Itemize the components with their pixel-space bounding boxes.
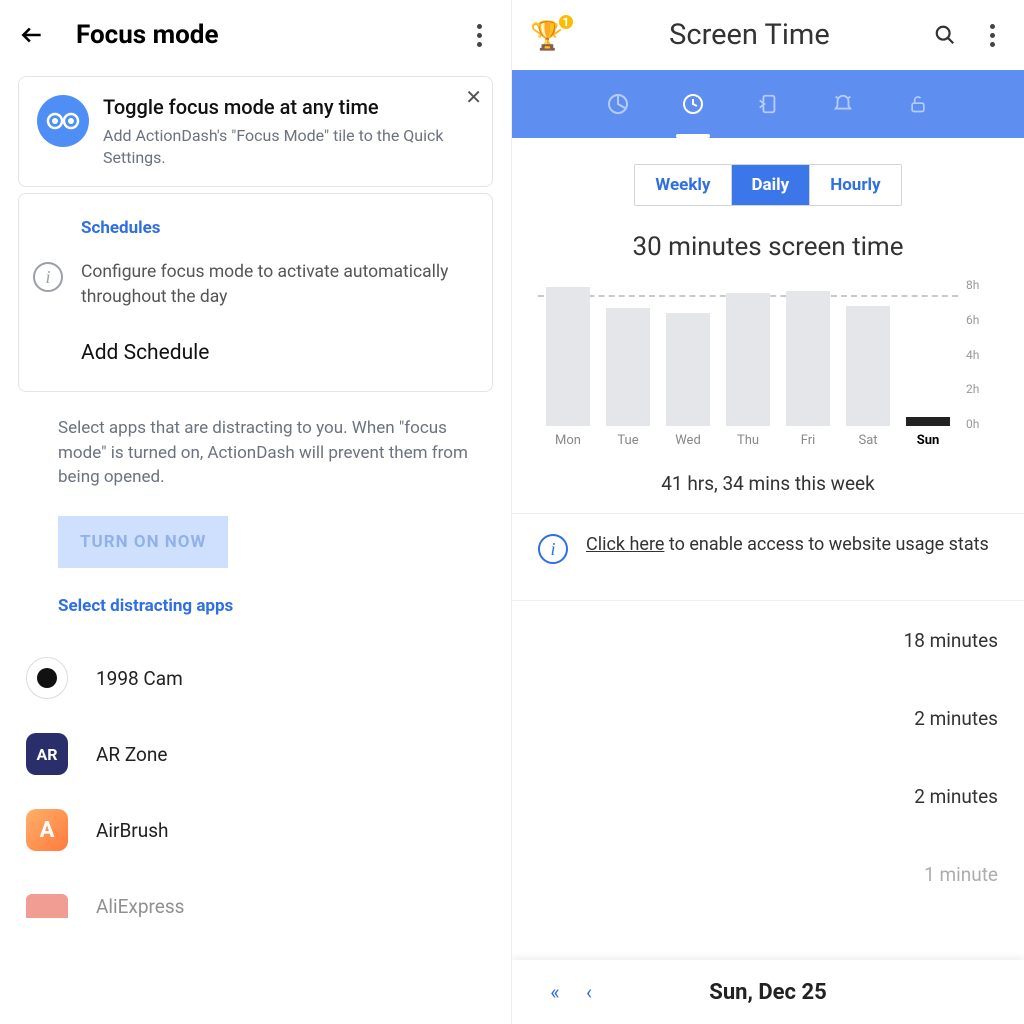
overflow-menu-icon[interactable] [465,24,493,47]
bar[interactable] [726,293,770,426]
close-icon[interactable]: ✕ [465,85,482,109]
usage-row[interactable]: 1 minute [538,835,998,913]
app-label: AR Zone [96,743,167,766]
bar[interactable] [846,306,890,426]
usage-duration: 2 minutes [914,707,998,730]
usage-duration: 2 minutes [914,785,998,808]
bar[interactable] [666,313,710,426]
app-icon [26,894,68,918]
website-access-banner[interactable]: i Click here to enable access to website… [512,514,1024,582]
info-icon: i [538,534,568,564]
y-tick: 4h [966,348,998,362]
app-launch-icon[interactable] [755,91,781,117]
usage-row[interactable]: 2 minutes [538,757,998,835]
x-tick: Wed [658,433,718,448]
add-schedule-button[interactable]: Add Schedule [81,341,478,365]
bar[interactable] [786,291,830,426]
bar[interactable] [606,308,650,426]
x-tick: Fri [778,433,838,448]
tip-subtitle: Add ActionDash's "Focus Mode" tile to th… [103,125,474,168]
unlock-icon[interactable] [905,91,931,117]
pie-icon[interactable] [605,91,631,117]
x-tick: Mon [538,433,598,448]
enable-access-link[interactable]: Click here [586,534,664,555]
prev-day-button[interactable]: ‹ [572,980,606,1004]
glasses-icon [37,95,89,147]
bar[interactable] [546,287,590,426]
clock-icon[interactable] [680,91,706,117]
app-icon [26,657,68,699]
search-icon[interactable] [934,24,964,46]
page-title: Focus mode [76,20,218,50]
screen-time-chart[interactable]: 8h 6h 4h 2h 0h MonTueWedThuFriSatSun [538,278,998,448]
schedules-info: Configure focus mode to activate automat… [81,260,478,309]
app-label: AirBrush [96,819,168,842]
screen-time-title: Screen Time [565,18,934,52]
y-tick: 0h [966,417,998,431]
usage-row[interactable]: 18 minutes [538,601,998,679]
achievements-button[interactable]: 🏆 1 [530,19,565,52]
week-total: 41 hrs, 34 mins this week [512,472,1024,495]
back-icon[interactable] [18,21,46,49]
bell-icon[interactable] [830,91,856,117]
list-item[interactable]: 1998 Cam [0,640,511,716]
app-label: 1998 Cam [96,667,183,690]
list-item[interactable]: A AirBrush [0,792,511,868]
seg-daily[interactable]: Daily [731,165,810,205]
info-icon: i [33,262,63,292]
x-tick: Tue [598,433,658,448]
usage-duration: 18 minutes [904,629,998,652]
schedules-header: Schedules [81,218,478,238]
usage-duration: 1 minute [924,863,998,886]
chart-title: 30 minutes screen time [512,232,1024,262]
x-tick: Thu [718,433,778,448]
date-navigator: « ‹ Sun, Dec 25 [512,960,1024,1024]
seg-weekly[interactable]: Weekly [635,165,730,205]
y-tick: 2h [966,382,998,396]
current-date: Sun, Dec 25 [606,980,930,1005]
seg-hourly[interactable]: Hourly [809,165,900,205]
select-distracting-apps-link[interactable]: Select distracting apps [58,596,511,616]
bar[interactable] [906,417,950,426]
y-tick: 6h [966,313,998,327]
usage-list: 18 minutes 2 minutes 2 minutes 1 minute [512,601,1024,913]
time-range-segment: Weekly Daily Hourly [634,164,901,206]
app-icon: A [26,809,68,851]
app-list: 1998 Cam AR AR Zone A AirBrush AliExpres… [0,640,511,944]
x-tick: Sat [838,433,898,448]
focus-tip-card: Toggle focus mode at any time Add Action… [18,76,493,187]
x-tick: Sun [898,433,958,448]
app-icon: AR [26,733,68,775]
list-item[interactable]: AR AR Zone [0,716,511,792]
usage-row[interactable]: 2 minutes [538,679,998,757]
overflow-menu-icon[interactable] [978,24,1006,47]
schedules-card: Schedules i Configure focus mode to acti… [18,193,493,392]
first-day-button[interactable]: « [538,980,572,1004]
list-item[interactable]: AliExpress [0,868,511,944]
banner-text: to enable access to website usage stats [664,534,988,555]
app-label: AliExpress [96,895,184,918]
turn-on-now-button[interactable]: TURN ON NOW [58,516,228,568]
metric-tab-strip [512,70,1024,138]
focus-explain-text: Select apps that are distracting to you.… [58,416,493,490]
y-tick: 8h [966,278,998,292]
tip-title: Toggle focus mode at any time [103,95,474,119]
notification-badge: 1 [557,13,575,31]
